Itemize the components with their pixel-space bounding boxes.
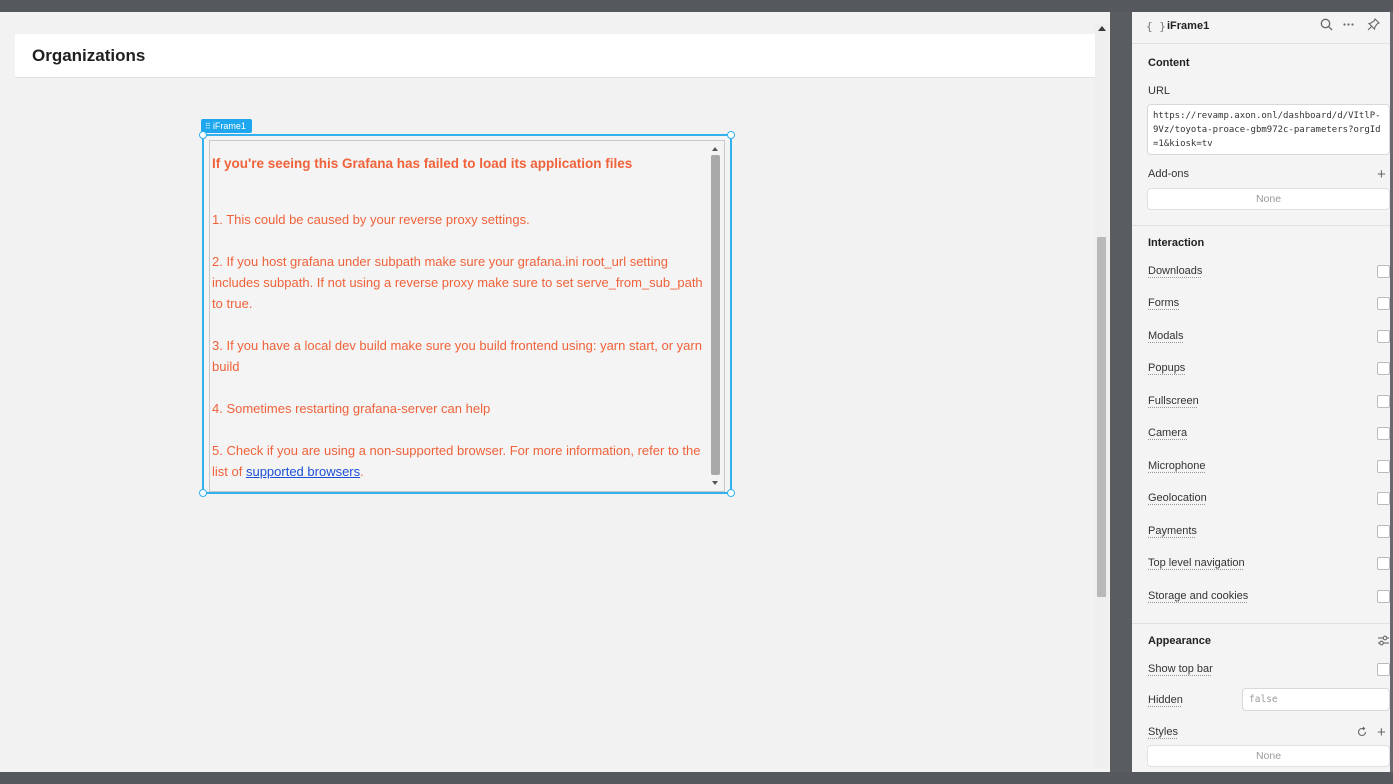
iframe-viewport: If you're seeing this Grafana has failed… (209, 140, 725, 492)
more-icon[interactable] (1340, 18, 1356, 34)
modals-checkbox[interactable] (1377, 330, 1390, 343)
microphone-checkbox[interactable] (1377, 460, 1390, 473)
appearance-section-title: Appearance (1148, 635, 1211, 647)
geolocation-checkbox[interactable] (1377, 492, 1390, 505)
inspector-header: { } iFrame1 (1132, 12, 1393, 42)
component-tag-label: iFrame1 (212, 121, 246, 131)
top-level-navigation-label: Top level navigation (1148, 557, 1245, 569)
styles-field[interactable]: None (1147, 745, 1390, 767)
page-header: Organizations (15, 34, 1095, 78)
url-label: URL (1148, 85, 1171, 97)
microphone-label: Microphone (1148, 460, 1206, 472)
storage-and-cookies-checkbox[interactable] (1377, 590, 1390, 603)
search-icon[interactable] (1318, 18, 1334, 34)
grafana-error-content: If you're seeing this Grafana has failed… (212, 153, 706, 491)
resize-handle-bottom-right[interactable] (727, 489, 735, 497)
component-name[interactable]: iFrame1 (1167, 20, 1209, 32)
divider (1132, 623, 1393, 624)
resize-handle-bottom-left[interactable] (199, 489, 207, 497)
forms-label: Forms (1148, 297, 1180, 309)
pin-icon[interactable] (1365, 18, 1381, 34)
error-item-2: 2. If you host grafana under subpath mak… (212, 254, 703, 311)
addons-label: Add-ons (1148, 168, 1189, 180)
hidden-label: Hidden (1148, 694, 1183, 706)
show-top-bar-checkbox[interactable] (1377, 663, 1390, 676)
camera-checkbox[interactable] (1377, 427, 1390, 440)
popups-checkbox[interactable] (1377, 362, 1390, 375)
styles-label: Styles (1148, 726, 1178, 738)
top-level-navigation-checkbox[interactable] (1377, 557, 1390, 570)
reset-styles-icon[interactable] (1356, 726, 1368, 741)
inspector-panel: { } iFrame1 Content URL https://revamp.a… (1132, 12, 1393, 772)
resize-handle-top-right[interactable] (727, 131, 735, 139)
window-top-bar (0, 0, 1393, 12)
settings-sliders-icon[interactable] (1377, 634, 1390, 650)
scroll-up-arrow-icon[interactable] (712, 147, 718, 151)
content-section-title: Content (1148, 57, 1190, 69)
modals-label: Modals (1148, 330, 1184, 342)
camera-label: Camera (1148, 427, 1188, 439)
fullscreen-label: Fullscreen (1148, 395, 1199, 407)
divider (1132, 225, 1393, 226)
editor-canvas[interactable]: Organizations ⠿ iFrame1 If you're seeing … (0, 12, 1110, 772)
payments-checkbox[interactable] (1377, 525, 1390, 538)
geolocation-label: Geolocation (1148, 492, 1207, 504)
component-tag[interactable]: ⠿ iFrame1 (201, 119, 252, 133)
drag-handle-icon[interactable]: ⠿ (205, 122, 211, 131)
url-field[interactable]: https://revamp.axon.onl/dashboard/d/VItl… (1147, 104, 1390, 155)
error-item-5-end: . (360, 464, 364, 479)
resize-handle-top-left[interactable] (199, 131, 207, 139)
error-item-1: 1. This could be caused by your reverse … (212, 212, 530, 227)
downloads-checkbox[interactable] (1377, 265, 1390, 278)
supported-browsers-link[interactable]: supported browsers (246, 464, 360, 479)
window-bottom-bar (0, 772, 1393, 784)
canvas-scroll-up-icon[interactable] (1098, 26, 1106, 31)
error-title: If you're seeing this Grafana has failed… (212, 156, 633, 171)
popups-label: Popups (1148, 362, 1186, 374)
iframe-scrollbar[interactable] (710, 143, 722, 489)
add-style-icon[interactable]: + (1377, 725, 1386, 740)
canvas-scroll-thumb[interactable] (1097, 237, 1106, 597)
add-addon-icon[interactable]: + (1377, 167, 1386, 182)
fullscreen-checkbox[interactable] (1377, 395, 1390, 408)
scroll-down-arrow-icon[interactable] (712, 481, 718, 485)
page-title: Organizations (32, 46, 146, 65)
component-type-icon: { } (1146, 20, 1166, 33)
downloads-label: Downloads (1148, 265, 1203, 277)
error-item-3: 3. If you have a local dev build make su… (212, 338, 702, 374)
payments-label: Payments (1148, 525, 1197, 537)
divider (1132, 43, 1393, 44)
interaction-section-title: Interaction (1148, 237, 1205, 249)
forms-checkbox[interactable] (1377, 297, 1390, 310)
hidden-field[interactable]: false (1242, 688, 1390, 711)
error-item-4: 4. Sometimes restarting grafana-server c… (212, 401, 491, 416)
addons-field[interactable]: None (1147, 188, 1390, 210)
error-item-5: 5. Check if you are using a non-supporte… (212, 440, 706, 482)
storage-and-cookies-label: Storage and cookies (1148, 590, 1249, 602)
iframe-component[interactable]: If you're seeing this Grafana has failed… (199, 131, 735, 497)
show-top-bar-label: Show top bar (1148, 663, 1213, 675)
iframe-scroll-thumb[interactable] (711, 155, 720, 475)
